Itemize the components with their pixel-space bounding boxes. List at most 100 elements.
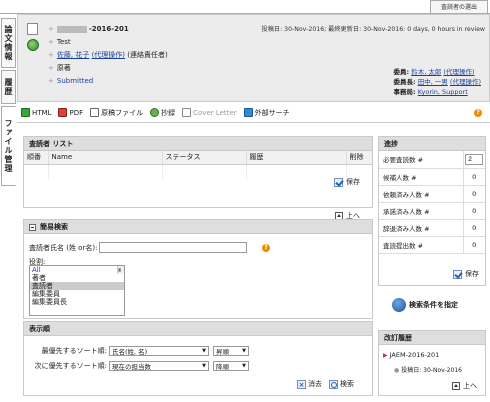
specify-search-button[interactable]: 検索条件を指定 [392,298,458,312]
office-link[interactable]: Kyorin, Support [418,88,468,96]
col-status: ステータス [162,151,247,165]
file-toolbar: HTML PDF 原稿ファイル 抄録 Cover Letter 外部サーチ ? [17,103,490,123]
tab-file-management[interactable]: ファイル管理 [1,106,16,186]
required-reviews-input[interactable] [465,153,484,165]
table-row [24,164,372,180]
reviewer-name-input[interactable] [99,242,248,253]
revision-date: ● 投稿日: 30-Nov-2016 [394,367,462,374]
progress-panel: 進捗 必要査読数 # 候補人数 #0 依頼済み人数 #0 承諾済み人数 #0 辞… [378,136,486,286]
tab-reviewer-selection[interactable]: 査読者の選出 [430,0,488,14]
chief-editor-link[interactable]: 田中, 一男 [418,78,448,86]
dropdown-arrow-icon: ▼ [202,363,206,369]
check-icon [453,269,462,279]
tab-manuscript-info[interactable]: 論文情報 [1,18,16,68]
back-to-top-link[interactable]: 上へ [452,381,477,391]
primary-sort-row: 最優先するソート順: 氏名(姓, 名) ▼ 昇順 ▼ [24,346,253,356]
primary-sort-field-select[interactable]: 氏名(姓, 名) ▼ [109,346,209,356]
search-person-icon [392,298,406,312]
editor-proxy-link[interactable]: (代理操作) [443,68,474,76]
role-option[interactable]: All [30,266,124,274]
progress-row: 依頼済み人数 #0 [379,185,485,203]
simple-search-panel: 簡易検索 査読者氏名 (姓 or名): ? 役割: All 著者 査読者 編集委… [23,219,373,319]
save-reviewers-button[interactable]: 保存 [334,177,360,187]
primary-sort-label: 最優先するソート順: [41,347,107,355]
manuscript-id-prefix [56,25,87,33]
secondary-sort-field-select[interactable]: 現在の担当数 ▼ [109,361,209,371]
manuscript-id: -2016-201 [88,25,129,33]
search-button[interactable]: 検索 [329,379,354,389]
author-note: (連絡責任者) [127,51,168,59]
left-tab-bar: 論文情報 履歴 ファイル管理 [0,14,17,402]
progress-row: 承諾済み人数 #0 [379,202,485,220]
sort-order-panel: 表示順 最優先するソート順: 氏名(姓, 名) ▼ 昇順 ▼ 次に優先するソート順:… [23,321,373,396]
col-order: 順番 [24,151,49,165]
document-icon [27,23,38,35]
progress-label: 辞退済み人数 # [379,219,463,237]
author-link[interactable]: 佐藤, 花子 [57,51,89,59]
secondary-sort-label: 次に優先するソート順: [34,362,107,370]
editor-link[interactable]: 鈴木, 太郎 [411,68,441,76]
reviewer-table: 順番 Name ステータス 履歴 削除 [24,151,372,180]
original-file-button[interactable]: 原稿ファイル [90,108,143,118]
manuscript-header: + -2016-201 + Test + 佐藤, 花子 (代理操作) (連絡責任者) … [17,14,490,102]
progress-label: 承諾済み人数 # [379,202,463,220]
dropdown-arrow-icon: ▼ [242,348,246,354]
save-progress-button[interactable]: 保存 [453,269,479,279]
clear-button[interactable]: × 消去 [297,379,322,389]
clear-icon: × [297,379,306,389]
collapse-icon[interactable] [29,223,36,231]
secondary-sort-order-select[interactable]: 降順 ▼ [213,361,249,371]
role-option[interactable]: 編集委員長 [30,298,124,306]
role-option-selected[interactable]: 査読者 [30,282,124,290]
secondary-sort-row: 次に優先するソート順: 現在の担当数 ▼ 降順 ▼ [24,361,253,371]
progress-row: 候補人数 #0 [379,168,485,186]
progress-table: 必要査読数 # 候補人数 #0 依頼済み人数 #0 承諾済み人数 #0 辞退済み… [379,151,485,254]
dropdown-arrow-icon: ▼ [242,363,246,369]
globe-icon [27,39,39,51]
reviewer-list-panel: 査読者 リスト 順番 Name ステータス 履歴 削除 保存 上へ [23,136,373,220]
help-icon[interactable]: ? [262,244,270,252]
revision-history-panel: 改訂履歴 ▶ JAEM-2016-201 ● 投稿日: 30-Nov-2016 上へ [378,330,486,396]
editor-label: 委員: [393,68,410,76]
author-proxy-link[interactable]: (代理操作) [92,51,125,59]
chief-editor-label: 委員長: [393,78,416,86]
search-icon [329,379,338,389]
progress-label: 査読提出数 # [379,236,463,254]
revision-item[interactable]: ▶ JAEM-2016-201 [383,351,439,359]
simple-search-header[interactable]: 簡易検索 [24,220,372,234]
abstract-button[interactable]: 抄録 [150,108,175,118]
progress-value: 0 [462,202,485,220]
editor-list: 委員: 鈴木, 太郎 (代理操作) 委員長: 田中, 一男 (代理操作) 事務局… [394,67,481,97]
html-button[interactable]: HTML [21,108,51,117]
role-option[interactable]: 編集委員 [30,290,124,298]
up-arrow-icon [452,382,460,390]
help-icon[interactable]: ? [474,108,482,117]
reviewer-list-title: 査読者 リスト [24,137,372,151]
listbox-scrollbar[interactable] [117,266,124,274]
progress-label: 候補人数 # [379,168,463,186]
progress-row: 必要査読数 # [379,151,485,169]
role-listbox[interactable]: All 著者 査読者 編集委員 編集委員長 [29,265,125,316]
progress-title: 進捗 [379,137,485,151]
primary-sort-order-select[interactable]: 昇順 ▼ [213,346,249,356]
col-delete: 削除 [346,151,372,165]
manuscript-type: 原著 [56,64,71,72]
check-icon [334,177,343,187]
revision-history-title: 改訂履歴 [379,331,485,345]
cover-letter-icon [182,108,192,117]
external-search-button[interactable]: 外部サーチ [243,108,290,118]
progress-value: 0 [462,219,485,237]
col-name: Name [48,151,163,165]
expand-triangle-icon: ▶ [383,352,388,359]
manuscript-dates: 投稿日: 30-Nov-2016; 最終更新日: 30-Nov-2016: 0 … [261,26,485,33]
role-option[interactable]: 著者 [30,274,124,282]
progress-value: 0 [462,185,485,203]
manuscript-title: Test [56,38,71,46]
cover-letter-button[interactable]: Cover Letter [182,108,237,117]
chief-editor-proxy-link[interactable]: (代理操作) [450,78,481,86]
tab-history[interactable]: 履歴 [1,70,16,104]
progress-row: 査読提出数 #0 [379,236,485,254]
pdf-button[interactable]: PDF [58,108,83,117]
office-label: 事務局: [393,88,416,96]
external-search-icon [243,108,253,117]
